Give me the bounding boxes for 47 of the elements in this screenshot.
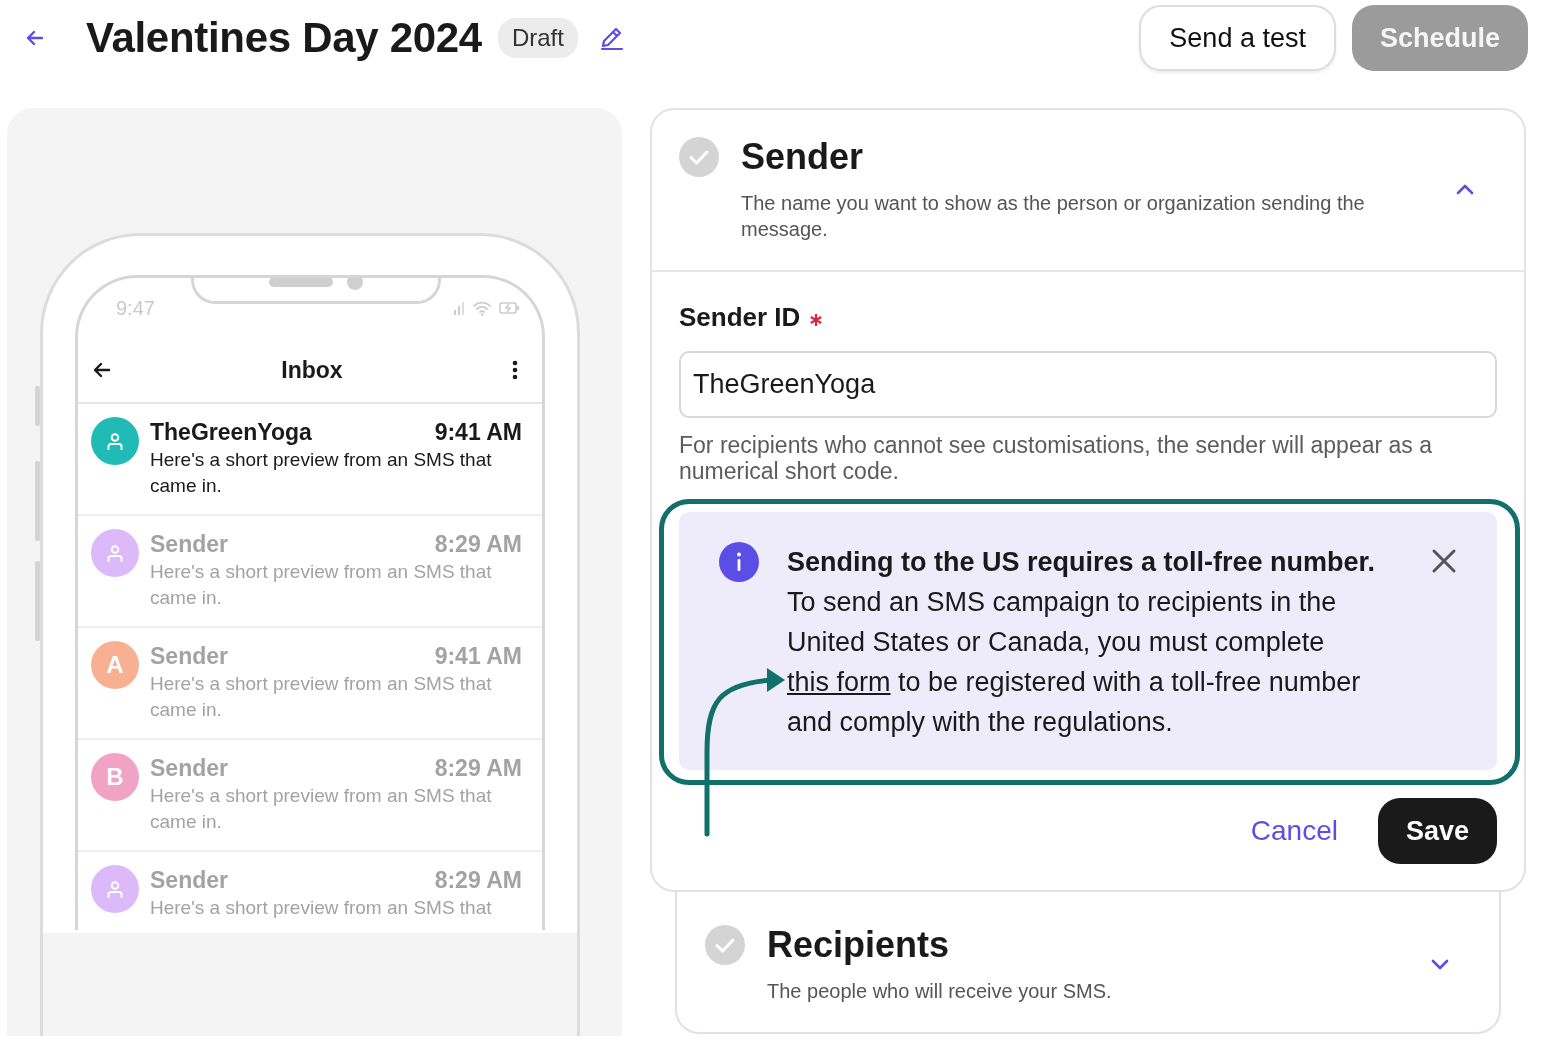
sender-name: TheGreenYoga xyxy=(150,418,312,447)
sender-name: Sender xyxy=(150,754,228,783)
message-preview: Here's a short preview from an SMS that came in. xyxy=(150,784,493,834)
check-circle-icon xyxy=(678,136,720,178)
wifi-icon xyxy=(473,300,491,316)
help-text: For recipients who cannot see customisations, the sender will appear as a numerical short code. xyxy=(679,432,1433,484)
back-arrow-icon[interactable] xyxy=(92,360,112,380)
speaker-grille xyxy=(269,278,333,287)
camera-dot xyxy=(347,278,363,290)
sender-name: Sender xyxy=(150,642,228,671)
message-time: 8:29 AM xyxy=(434,754,522,783)
check-circle-icon xyxy=(704,924,746,966)
form-link[interactable]: this form xyxy=(787,667,891,697)
banner-message: To send an SMS campaign to recipients in the United States or Canada, you must complete this form to be registered with a toll-free number and comply with the regulations. xyxy=(787,586,1362,739)
message-preview: Here's a short preview from an SMS that xyxy=(150,896,493,920)
chevron-down-icon[interactable] xyxy=(1431,957,1449,971)
message-time: 9:41 AM xyxy=(434,418,522,447)
info-icon xyxy=(719,542,759,582)
chevron-up-icon[interactable] xyxy=(1456,182,1474,196)
send-test-button[interactable]: Send a test xyxy=(1139,5,1336,71)
message-time: 8:29 AM xyxy=(434,866,522,895)
signal-icon xyxy=(453,301,465,315)
battery-icon xyxy=(499,301,520,315)
close-icon[interactable] xyxy=(1431,548,1457,574)
banner-heading: Sending to the US requires a toll-free number. xyxy=(787,546,1377,579)
sender-name: Sender xyxy=(150,530,228,559)
sender-name: Sender xyxy=(150,866,228,895)
section-title: Sender xyxy=(741,136,865,178)
field-label: Sender ID xyxy=(679,302,801,333)
section-title: Recipients xyxy=(767,924,951,966)
message-preview: Here's a short preview from an SMS that came in. xyxy=(150,560,493,610)
message-time: 9:41 AM xyxy=(434,642,522,671)
inbox-title: Inbox xyxy=(280,356,344,384)
message-row[interactable]: TheGreenYoga 9:41 AM Here's a short preview from an SMS that came in. xyxy=(78,404,542,516)
sender-id-input[interactable]: TheGreenYoga xyxy=(679,351,1497,418)
message-preview: Here's a short preview from an SMS that came in. xyxy=(150,448,493,498)
section-description: The name you want to show as the person or organization sending the message. xyxy=(741,191,1366,242)
campaign-title: Valentines Day 2024 xyxy=(86,14,482,62)
status-badge: Draft xyxy=(497,18,578,58)
message-time: 8:29 AM xyxy=(434,530,522,559)
message-preview: Here's a short preview from an SMS that came in. xyxy=(150,672,493,722)
avatar: A xyxy=(91,641,139,689)
section-description: The people who will receive your SMS. xyxy=(767,979,1113,1004)
avatar: B xyxy=(91,753,139,801)
cancel-button[interactable]: Cancel xyxy=(1250,815,1338,847)
more-options-icon[interactable] xyxy=(512,360,518,380)
save-button[interactable]: Save xyxy=(1377,798,1497,864)
